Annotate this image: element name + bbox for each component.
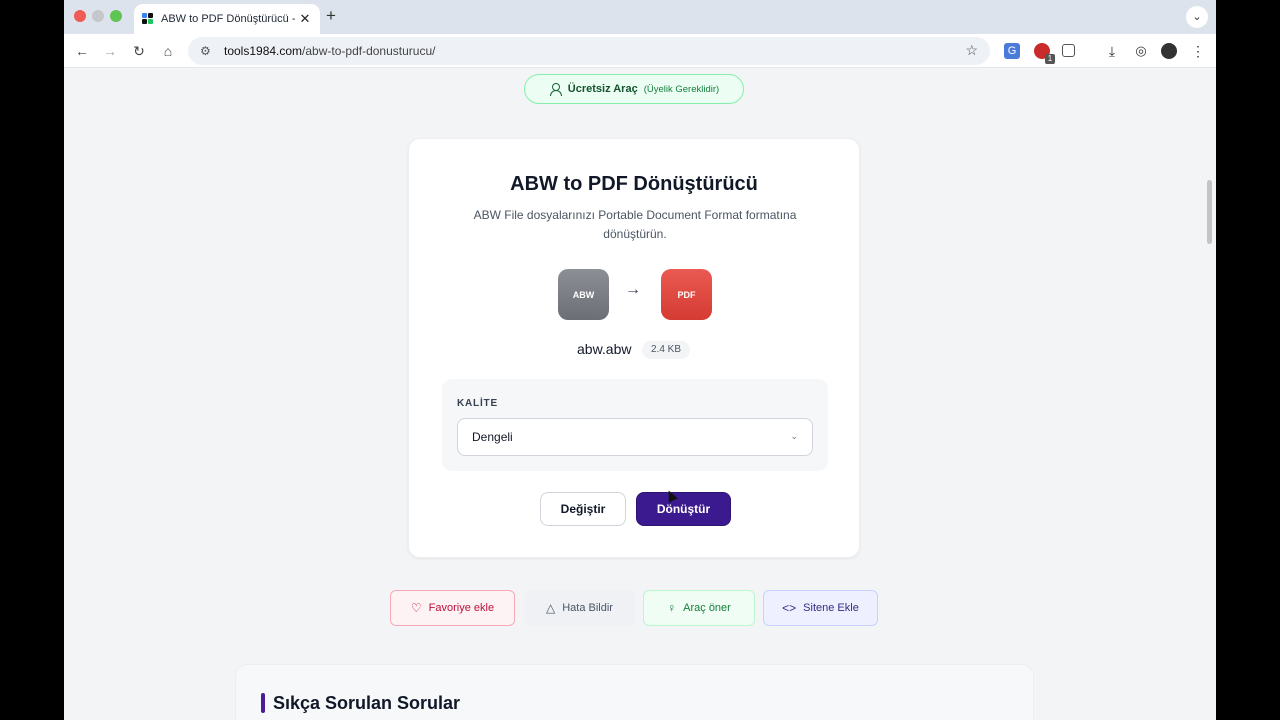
menu-kebab-icon[interactable]: ⋮	[1190, 43, 1206, 59]
arrow-right-icon: →	[625, 281, 641, 298]
options-panel: KALİTE Dengeli ⌄	[442, 379, 828, 471]
page-content: Ücretsiz Araç (Üyelik Gereklidir) ABW to…	[64, 68, 1216, 720]
report-bug-label: Hata Bildir	[562, 602, 613, 614]
free-tool-sub: (Üyelik Gereklidir)	[643, 83, 720, 95]
free-tool-label: Ücretsiz Araç	[567, 83, 638, 95]
converter-card: ABW to PDF Dönüştürücü ABW File dosyalar…	[408, 138, 860, 558]
minimize-window-button[interactable]	[92, 10, 104, 22]
browser-tab[interactable]: ABW to PDF Dönüştürücü - Ü ✕	[134, 4, 320, 34]
home-icon[interactable]: ⌂	[159, 42, 177, 60]
performance-icon[interactable]: ◎	[1133, 43, 1149, 59]
faq-accent-bar	[261, 693, 265, 713]
back-icon[interactable]: ←	[73, 42, 91, 60]
code-icon: <>	[782, 601, 797, 615]
source-format-icon: ABW	[558, 269, 609, 320]
bookmark-star-icon[interactable]: ☆	[965, 42, 978, 59]
add-favorite-button[interactable]: ♡ Favoriye ekle	[390, 590, 515, 626]
reload-icon[interactable]: ↻	[130, 42, 148, 60]
lightbulb-icon: ♀	[667, 601, 677, 615]
chevron-down-icon: ⌄	[790, 431, 798, 441]
profile-avatar[interactable]	[1161, 43, 1177, 59]
page-scrollbar[interactable]	[1207, 180, 1212, 244]
maximize-window-button[interactable]	[110, 10, 122, 22]
suggest-tool-label: Araç öner	[683, 602, 731, 614]
faq-section: Sıkça Sorulan Sorular	[235, 664, 1034, 720]
embed-tool-button[interactable]: <> Sitene Ekle	[763, 590, 878, 626]
extension-count-badge: 1	[1045, 54, 1055, 64]
browser-tab-bar: ABW to PDF Dönüştürücü - Ü ✕ + ⌄	[64, 0, 1216, 34]
add-favorite-label: Favoriye ekle	[428, 602, 495, 614]
url-host: tools1984.com	[224, 44, 303, 58]
close-window-button[interactable]	[74, 10, 86, 22]
convert-button[interactable]: Dönüştür	[636, 492, 731, 526]
site-favicon-icon	[142, 13, 154, 25]
embed-tool-label: Sitene Ekle	[803, 602, 859, 614]
page-title: ABW to PDF Dönüştürücü	[510, 173, 758, 195]
site-settings-icon[interactable]: ⚙	[200, 44, 214, 58]
suggest-tool-button[interactable]: ♀ Araç öner	[643, 590, 755, 626]
warning-triangle-icon: △	[546, 601, 556, 615]
translate-extension-icon[interactable]: G	[1004, 43, 1020, 59]
extension-icon[interactable]: 1	[1034, 43, 1055, 64]
target-format-icon: PDF	[661, 269, 712, 320]
left-letterbox	[0, 0, 64, 720]
heart-icon: ♡	[410, 601, 422, 615]
change-file-button[interactable]: Değiştir	[540, 492, 626, 526]
url-path: /abw-to-pdf-donusturucu/	[302, 44, 436, 58]
extensions-puzzle-icon[interactable]	[1062, 44, 1075, 57]
faq-title: Sıkça Sorulan Sorular	[273, 693, 461, 713]
report-bug-button[interactable]: △ Hata Bildir	[524, 590, 635, 626]
new-tab-button[interactable]: +	[326, 6, 336, 26]
tab-close-icon[interactable]: ✕	[298, 11, 312, 27]
download-icon[interactable]: ⤓	[1104, 43, 1120, 59]
browser-toolbar: ← → ↻ ⌂ ⚙ tools1984.com/abw-to-pdf-donus…	[64, 34, 1216, 68]
right-letterbox	[1216, 0, 1280, 720]
user-icon	[549, 83, 562, 96]
tab-title: ABW to PDF Dönüştürücü - Ü	[161, 13, 298, 25]
free-tool-badge: Ücretsiz Araç (Üyelik Gereklidir)	[524, 74, 744, 104]
tab-search-button[interactable]: ⌄	[1186, 6, 1208, 28]
quality-select[interactable]: Dengeli ⌄	[457, 418, 813, 456]
quality-selected-value: Dengeli	[472, 430, 513, 444]
file-name: abw.abw	[577, 341, 632, 357]
converter-description: ABW File dosyalarınızı Portable Document…	[473, 208, 797, 241]
address-bar[interactable]: ⚙ tools1984.com/abw-to-pdf-donusturucu/ …	[188, 37, 990, 65]
file-size-badge: 2.4 KB	[642, 341, 691, 359]
forward-icon[interactable]: →	[101, 42, 119, 60]
quality-label: KALİTE	[457, 398, 498, 409]
